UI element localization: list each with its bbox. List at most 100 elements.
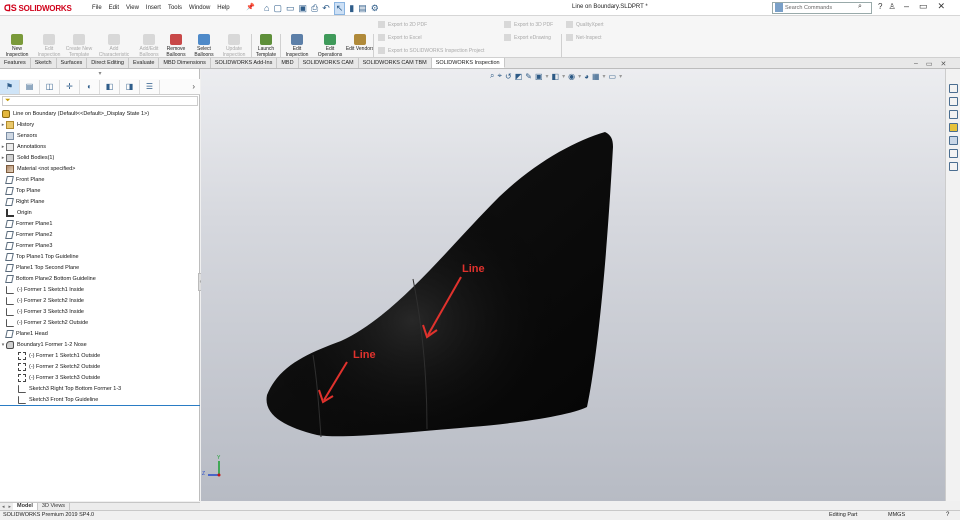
tree-item[interactable]: ▸ Solid Bodies(1) — [0, 152, 200, 163]
viewport-minimize-icon[interactable]: – — [914, 60, 918, 68]
dropdown-chevron-icon[interactable]: ▾ — [546, 73, 549, 80]
solidworks-forum-icon[interactable] — [949, 162, 958, 171]
export-edrawing-button[interactable]: Export eDrawing — [504, 34, 551, 41]
dropdown-chevron-icon[interactable]: ▾ — [603, 73, 606, 80]
select-balloons-button[interactable]: Select Balloons — [188, 34, 220, 58]
dropdown-chevron-icon[interactable]: ▾ — [562, 73, 565, 80]
tree-item[interactable]: Front Plane — [0, 174, 200, 185]
create-new-template-button[interactable]: Create New Template — [63, 34, 95, 58]
tree-item[interactable]: ▸ History — [0, 119, 200, 130]
tree-item[interactable]: Right Plane — [0, 196, 200, 207]
tab-solidworks-inspection[interactable]: SOLIDWORKS Inspection — [431, 58, 505, 68]
tab-features[interactable]: Features — [0, 58, 31, 68]
export-2d-pdf-button[interactable]: Export to 2D PDF — [378, 21, 427, 28]
apply-scene-icon[interactable]: ▦ — [592, 72, 600, 81]
tree-child-item[interactable]: (-) Former 3 Sketch3 Outside — [0, 372, 200, 383]
dimxpert-tab-icon[interactable]: ✛ — [60, 79, 80, 94]
tree-item[interactable]: Former Plane1 — [0, 218, 200, 229]
view-settings-icon[interactable]: ▭ — [609, 72, 617, 81]
section-view-icon[interactable]: ◩ — [515, 72, 523, 81]
export-inspection-project-button[interactable]: Export to SOLIDWORKS Inspection Project — [378, 47, 484, 54]
file-explorer-icon[interactable] — [949, 110, 958, 119]
display-style-icon[interactable]: ◧ — [552, 72, 560, 81]
dropdown-chevron-icon[interactable]: ▾ — [578, 73, 581, 80]
net-inspect-button[interactable]: Net-Inspect — [566, 34, 602, 41]
tree-child-item[interactable]: Sketch3 Front Top Guideline — [0, 394, 200, 405]
design-library-icon[interactable] — [949, 97, 958, 106]
display-manager-tab-icon[interactable]: ◐ — [80, 79, 100, 94]
property-manager-tab-icon[interactable]: ▤ — [20, 79, 40, 94]
dropdown-chevron-icon[interactable]: ▾ — [619, 73, 622, 80]
cam-tab-icon[interactable]: ◧ — [100, 79, 120, 94]
model-body[interactable] — [201, 69, 945, 501]
tab-solidworks-cam[interactable]: SOLIDWORKS CAM — [299, 58, 359, 68]
user-icon[interactable]: ♙ — [888, 2, 895, 11]
tab-solidworks-add-ins[interactable]: SOLIDWORKS Add-Ins — [211, 58, 278, 68]
tab-3d-views[interactable]: 3D Views — [38, 503, 71, 510]
tree-item[interactable]: Plane1 Top Second Plane — [0, 262, 200, 273]
tab-mbd-dimensions[interactable]: MBD Dimensions — [159, 58, 211, 68]
edit-vendors-button[interactable]: Edit Vendors — [344, 34, 376, 52]
tree-child-item[interactable]: (-) Former 1 Sketch1 Outside — [0, 350, 200, 361]
save-icon[interactable]: ▣ — [298, 3, 307, 14]
panel-drag-handle[interactable]: ▾ — [90, 70, 110, 77]
menu-edit[interactable]: Edit — [109, 5, 119, 11]
tree-item[interactable]: ▸ Annotations — [0, 141, 200, 152]
home-icon[interactable]: ⌂ — [264, 3, 269, 13]
filter-icon[interactable]: ⏷ — [2, 96, 198, 106]
tab-mbd[interactable]: MBD — [277, 58, 299, 68]
tree-item[interactable]: Origin — [0, 207, 200, 218]
tree-item[interactable]: Former Plane3 — [0, 240, 200, 251]
rollback-bar[interactable] — [0, 405, 200, 406]
options-gear-icon[interactable]: ⚙ — [371, 3, 379, 14]
tree-child-item[interactable]: Sketch3 Right Top Bottom Former 1-3 — [0, 383, 200, 394]
minimize-icon[interactable]: – — [904, 1, 909, 12]
tree-child-item[interactable]: (-) Former 2 Sketch2 Outside — [0, 361, 200, 372]
open-folder-icon[interactable]: ▭ — [286, 3, 295, 14]
appearances-icon[interactable] — [949, 136, 958, 145]
tree-item[interactable]: Sensors — [0, 130, 200, 141]
tab-surfaces[interactable]: Surfaces — [57, 58, 88, 68]
tab-evaluate[interactable]: Evaluate — [129, 58, 160, 68]
tab-model[interactable]: Model — [13, 503, 38, 510]
chevron-right-icon[interactable]: › — [192, 82, 195, 91]
previous-view-icon[interactable]: ↺ — [505, 72, 512, 81]
zoom-to-area-icon[interactable]: ⌖ — [497, 71, 502, 81]
tree-item[interactable]: Material <not specified> — [0, 163, 200, 174]
search-icon[interactable]: ⌕ — [858, 3, 862, 11]
custom-properties-icon[interactable] — [949, 149, 958, 158]
view-palette-icon[interactable] — [949, 123, 958, 132]
menu-file[interactable]: File — [92, 5, 102, 11]
new-document-icon[interactable]: ▢ — [273, 3, 282, 14]
menu-help[interactable]: Help — [217, 5, 229, 11]
dynamic-annotation-icon[interactable]: ✎ — [525, 72, 532, 81]
help-question-icon[interactable]: ? — [946, 511, 949, 520]
tab-sketch[interactable]: Sketch — [31, 58, 57, 68]
zoom-to-fit-icon[interactable]: ⌕ — [490, 71, 494, 81]
tree-item[interactable]: Former Plane2 — [0, 229, 200, 240]
tree-item[interactable]: (-) Former 3 Sketch3 Inside — [0, 306, 200, 317]
solidworks-resources-icon[interactable] — [949, 84, 958, 93]
tree-item[interactable]: (-) Former 2 Sketch2 Outside — [0, 317, 200, 328]
hide-show-items-icon[interactable]: ◉ — [568, 72, 575, 81]
tree-item[interactable]: (-) Former 1 Sketch1 Inside — [0, 284, 200, 295]
select-cursor-icon[interactable]: ↖ — [333, 1, 346, 15]
tree-item[interactable]: (-) Former 2 Sketch2 Inside — [0, 295, 200, 306]
export-excel-button[interactable]: Export to Excel — [378, 34, 422, 41]
undo-icon[interactable]: ↶ — [322, 3, 330, 14]
viewport-restore-icon[interactable]: ▭ — [926, 60, 933, 68]
tree-item[interactable]: ▾ Boundary1 Former 1-2 Nose — [0, 339, 200, 350]
inspection-tab-icon[interactable]: ☰ — [140, 79, 160, 94]
tree-item[interactable]: Top Plane1 Top Guideline — [0, 251, 200, 262]
qualityxpert-button[interactable]: QualityXpert — [566, 21, 604, 28]
tree-item[interactable]: Bottom Plane2 Bottom Guideline — [0, 273, 200, 284]
unit-system[interactable]: MMGS — [888, 511, 905, 520]
add-characteristic-button[interactable]: Add Characteristic — [98, 34, 130, 58]
menu-window[interactable]: Window — [189, 5, 210, 11]
cam-tbm-tab-icon[interactable]: ◨ — [120, 79, 140, 94]
graphics-viewport[interactable]: Line Line Y Z — [201, 69, 945, 501]
menu-view[interactable]: View — [126, 5, 139, 11]
tree-item[interactable]: Plane1 Head — [0, 328, 200, 339]
file-properties-icon[interactable]: ▤ — [358, 3, 367, 14]
tab-direct-editing[interactable]: Direct Editing — [87, 58, 129, 68]
